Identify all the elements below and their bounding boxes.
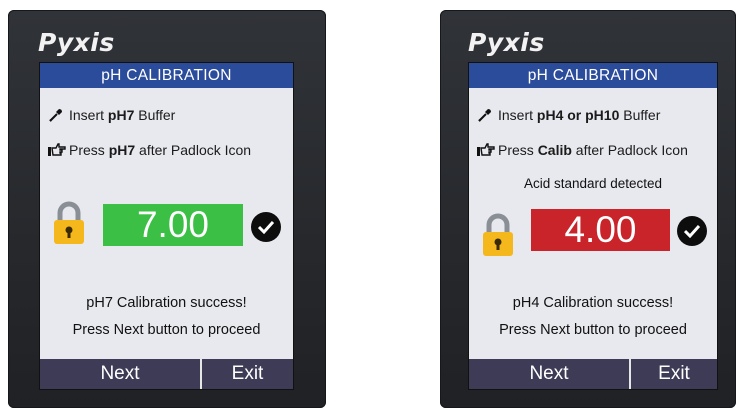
instruction-text: Insert [69,107,108,124]
brand-logo: Pyxis [468,28,545,57]
checkmark-icon [677,216,707,246]
device-screen: pH CALIBRATION Insert pH4 or pH10 Buffer… [468,62,718,390]
instruction-text: Press [498,142,538,158]
screen-title: pH CALIBRATION [469,63,717,88]
instruction-text: Buffer [619,107,661,124]
exit-button[interactable]: Exit [202,359,293,389]
instruction-press-key: Press pH7 after Padlock Icon [48,142,251,160]
proceed-message: Press Next button to proceed [499,322,687,338]
device-panel-ph4: Pyxis pH CALIBRATION Insert pH4 or pH10 … [440,10,736,408]
ph-value-display: 7.00 [103,204,243,246]
exit-button[interactable]: Exit [631,359,717,389]
screen-footer: Next Exit [40,359,293,389]
screen-footer: Next Exit [469,359,717,389]
instruction-press-key: Press Calib after Padlock Icon [477,142,688,160]
success-message: pH7 Calibration success! [86,295,247,311]
ph-value-display: 4.00 [531,209,670,251]
checkmark-icon [251,212,281,242]
detection-status: Acid standard detected [523,176,663,191]
instruction-emphasis: pH7 [108,142,136,158]
dropper-icon [477,107,495,126]
instruction-text: after Padlock Icon [571,142,688,158]
padlock-icon [52,201,86,245]
instruction-text: Insert [498,107,537,124]
instruction-emphasis: pH4 or pH10 [536,107,620,124]
next-button[interactable]: Next [40,359,202,389]
screen-title: pH CALIBRATION [40,63,293,88]
instruction-emphasis: pH7 [107,107,135,124]
success-message: pH4 Calibration success! [512,295,674,311]
instruction-insert-buffer: Insert pH7 Buffer [48,107,175,126]
pointing-hand-icon [48,143,66,160]
device-panel-ph7: Pyxis pH CALIBRATION Insert pH7 Buffer P… [8,10,326,408]
next-button[interactable]: Next [469,359,631,389]
device-screen: pH CALIBRATION Insert pH7 Buffer Press p… [39,62,294,390]
instruction-text: Press [69,142,109,158]
instruction-text: after Padlock Icon [135,142,252,158]
pointing-hand-icon [477,143,495,160]
brand-logo: Pyxis [38,28,115,57]
instruction-insert-buffer: Insert pH4 or pH10 Buffer [477,107,660,126]
instruction-text: Buffer [134,107,176,124]
dropper-icon [48,107,66,126]
padlock-icon [481,213,515,257]
instruction-emphasis: Calib [537,142,572,158]
proceed-message: Press Next button to proceed [72,322,261,338]
